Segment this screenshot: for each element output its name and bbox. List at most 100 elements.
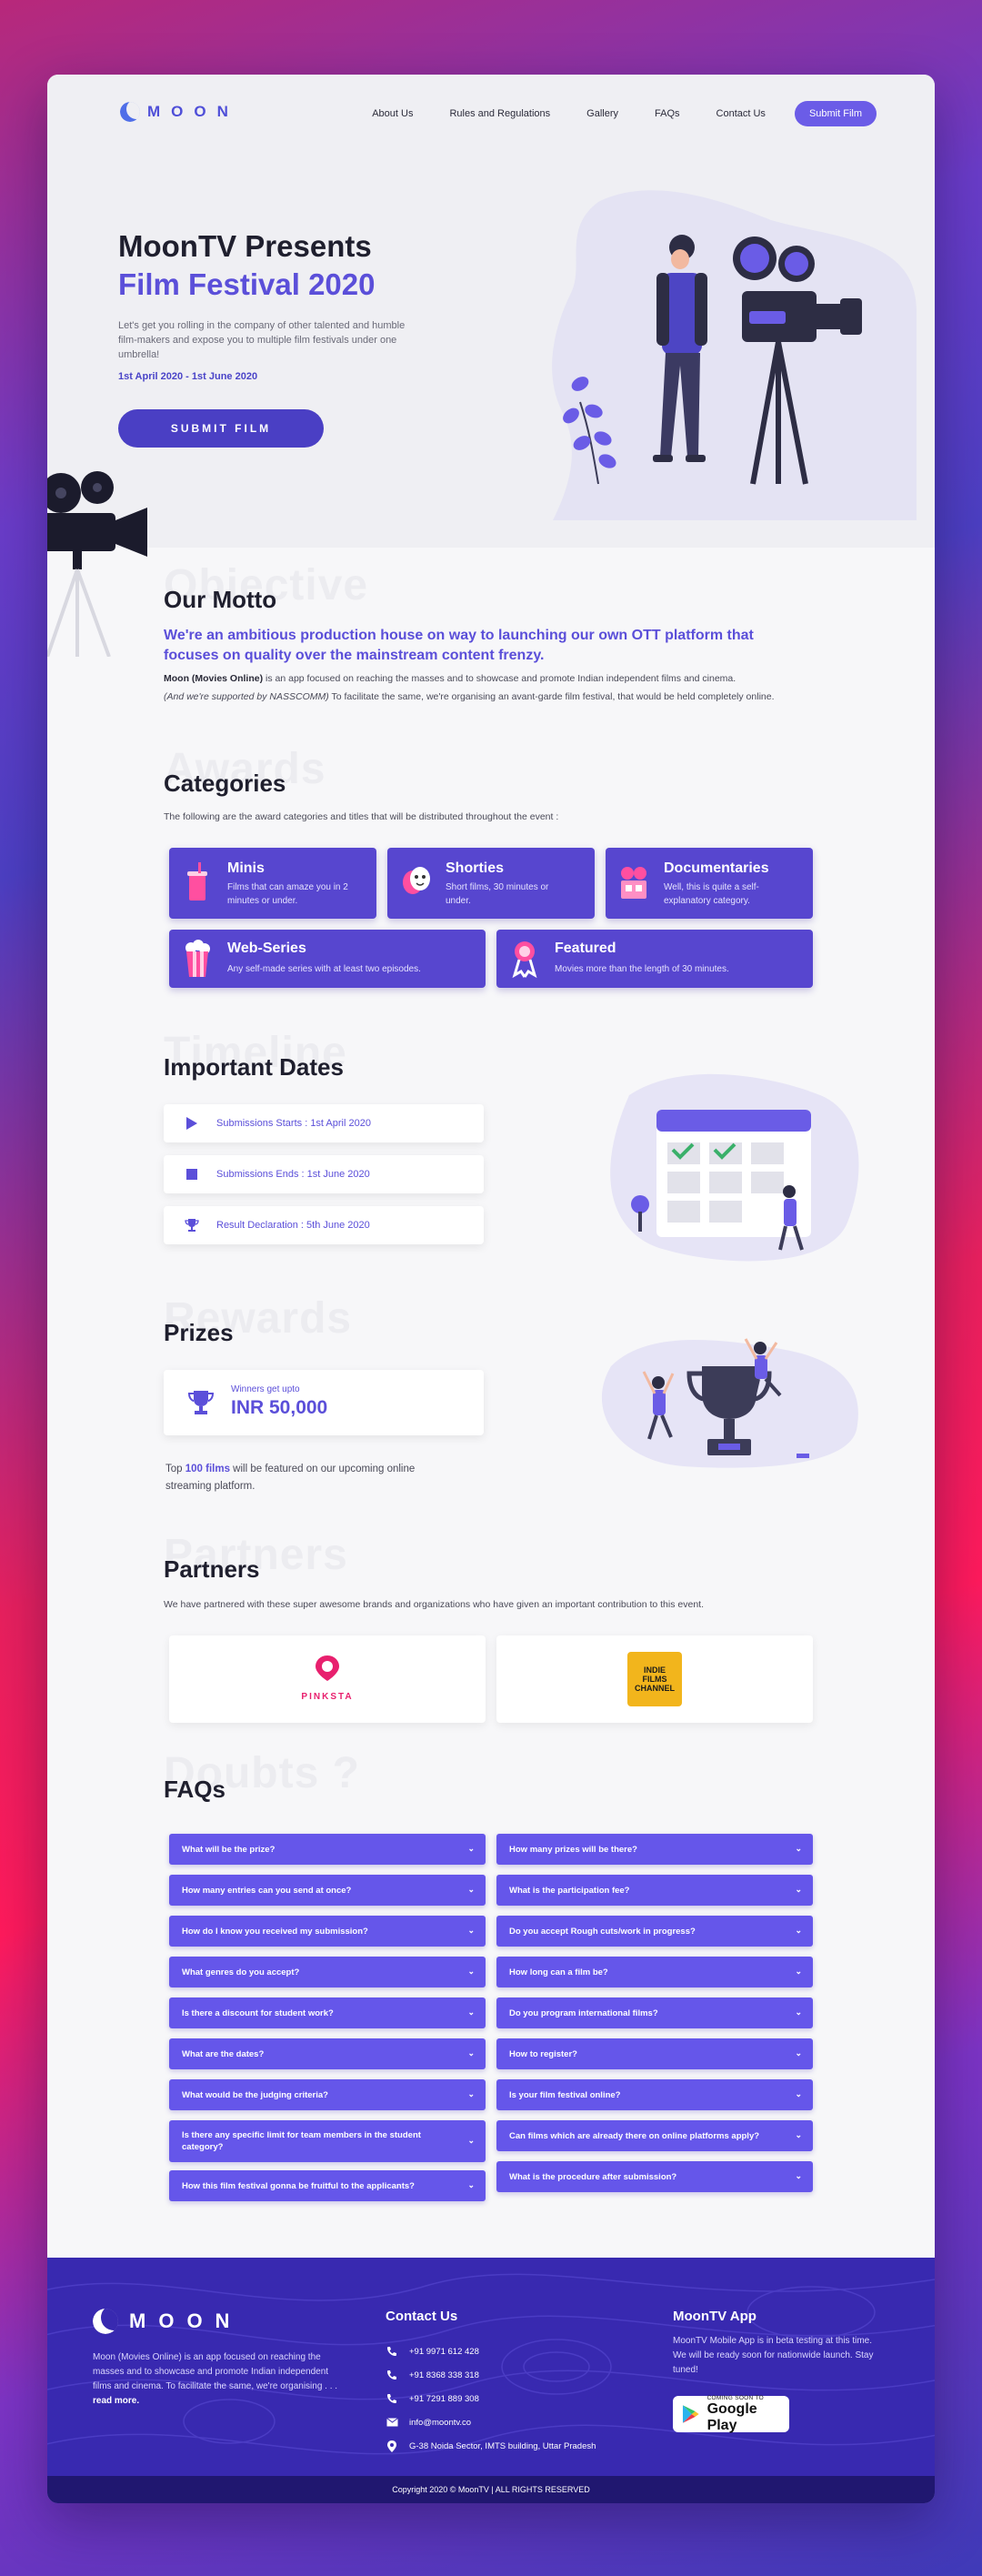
categories-intro: The following are the award categories a… (164, 811, 559, 822)
footer-contact-title: Contact Us (386, 2309, 458, 2324)
copyright-bar: Copyright 2020 © MoonTV | ALL RIGHTS RES… (47, 2476, 935, 2503)
theater-masks-icon (403, 867, 430, 894)
brand-logo[interactable]: MOON (120, 102, 239, 122)
phone-icon (386, 2392, 398, 2405)
faq-item[interactable]: How many entries can you send at once? ⌄ (169, 1875, 486, 1906)
chevron-down-icon: ⌄ (467, 1843, 475, 1853)
chevron-down-icon: ⌄ (795, 2007, 802, 2017)
date-label: Submissions Starts : 1st April 2020 (216, 1118, 371, 1129)
nav-gallery[interactable]: Gallery (568, 100, 636, 127)
category-title: Shorties (446, 860, 505, 876)
category-desc: Well, this is quite a self-explanatory c… (664, 882, 759, 906)
read-more-link[interactable]: read more. (93, 2396, 139, 2406)
chevron-down-icon: ⌄ (795, 1843, 802, 1853)
trophy-icon (187, 1391, 215, 1414)
top-nav: MOON About Us Rules and Regulations Gall… (47, 75, 935, 155)
popcorn-icon (185, 940, 210, 977)
chevron-down-icon: ⌄ (795, 1884, 802, 1894)
nav-faqs[interactable]: FAQs (636, 100, 698, 127)
footer-desc-text: Moon (Movies Online) is an app focused o… (93, 2352, 338, 2391)
category-desc: Movies more than the length of 30 minute… (555, 964, 729, 974)
contact-text: +91 8368 338 318 (409, 2370, 479, 2380)
category-desc: Short films, 30 minutes or under. (446, 882, 549, 906)
category-card-documentaries[interactable]: Documentaries Well, this is quite a self… (606, 848, 813, 919)
chevron-down-icon: ⌄ (467, 2179, 475, 2189)
hero-title-line2: Film Festival 2020 (118, 267, 376, 301)
filmmaker-illustration (552, 190, 917, 520)
faq-question: How many entries can you send at once? (182, 1885, 352, 1896)
award-ribbon-icon (512, 941, 537, 979)
mail-icon (386, 2416, 398, 2429)
faq-item[interactable]: What will be the prize? ⌄ (169, 1834, 486, 1865)
footer-app-title: MoonTV App (673, 2309, 757, 2324)
faq-question: What would be the judging criteria? (182, 2089, 328, 2100)
phone-icon (386, 2369, 398, 2381)
partner-card-pinksta[interactable]: PINKSTA (169, 1635, 486, 1723)
footer-description: Moon (Movies Online) is an app focused o… (93, 2350, 338, 2409)
faq-question: Is there a discount for student work? (182, 2007, 334, 2018)
faq-item[interactable]: Is your film festival online? ⌄ (496, 2079, 813, 2110)
prizes-title: Prizes (164, 1319, 234, 1346)
faq-item[interactable]: How do I know you received my submission… (169, 1916, 486, 1947)
chevron-down-icon: ⌄ (467, 2007, 475, 2017)
faq-question: How many prizes will be there? (509, 1844, 637, 1855)
contact-phone-1[interactable]: +91 9971 612 428 (386, 2345, 479, 2358)
date-label: Submissions Ends : 1st June 2020 (216, 1169, 370, 1180)
footer-logo[interactable]: MOON (93, 2309, 242, 2334)
footer: MOON Moon (Movies Online) is an app focu… (47, 2258, 935, 2503)
nav-about[interactable]: About Us (354, 100, 431, 127)
faq-item[interactable]: Do you program international films? ⌄ (496, 1997, 813, 2028)
chevron-down-icon: ⌄ (795, 2129, 802, 2139)
faq-item[interactable]: How long can a film be? ⌄ (496, 1957, 813, 1987)
faq-item[interactable]: What would be the judging criteria? ⌄ (169, 2079, 486, 2110)
chevron-down-icon: ⌄ (795, 1966, 802, 1976)
faq-item[interactable]: Is there any specific limit for team mem… (169, 2120, 486, 2162)
chevron-down-icon: ⌄ (795, 2088, 802, 2098)
category-card-shorties[interactable]: Shorties Short films, 30 minutes or unde… (387, 848, 595, 919)
faq-item[interactable]: How this film festival gonna be fruitful… (169, 2170, 486, 2201)
chevron-down-icon: ⌄ (467, 2135, 475, 2145)
cup-icon (187, 862, 207, 901)
prize-note: Top 100 films will be featured on our up… (165, 1461, 456, 1495)
nav-contact[interactable]: Contact Us (698, 100, 784, 127)
contact-email[interactable]: info@moontv.co (386, 2416, 471, 2429)
motto-body-strong: Moon (Movies Online) (164, 673, 264, 684)
google-play-icon (682, 2405, 699, 2423)
faq-item[interactable]: What is the participation fee? ⌄ (496, 1875, 813, 1906)
camera-silhouette-icon (47, 471, 147, 657)
nav-rules[interactable]: Rules and Regulations (431, 100, 568, 127)
partner-card-indie-films[interactable]: INDIE FILMS CHANNEL (496, 1635, 813, 1723)
contact-phone-2[interactable]: +91 8368 338 318 (386, 2369, 479, 2381)
faq-item[interactable]: How many prizes will be there? ⌄ (496, 1834, 813, 1865)
nav-submit-film-button[interactable]: Submit Film (794, 101, 877, 126)
faq-item[interactable]: What is the procedure after submission? ⌄ (496, 2161, 813, 2192)
hero-submit-film-button[interactable]: SUBMIT FILM (118, 409, 324, 448)
faq-item[interactable]: Is there a discount for student work? ⌄ (169, 1997, 486, 2028)
category-card-minis[interactable]: Minis Films that can amaze you in 2 minu… (169, 848, 376, 919)
prize-small-label: Winners get upto (231, 1384, 300, 1394)
faq-question: Is there any specific limit for team mem… (182, 2130, 421, 2152)
category-card-web-series[interactable]: Web-Series Any self-made series with at … (169, 930, 486, 988)
faq-item[interactable]: Can films which are already there on onl… (496, 2120, 813, 2151)
faq-question: How long can a film be? (509, 1967, 608, 1977)
faq-item[interactable]: Do you accept Rough cuts/work in progres… (496, 1916, 813, 1947)
faq-item[interactable]: What are the dates? ⌄ (169, 2038, 486, 2069)
partners-title: Partners (164, 1555, 260, 1583)
chevron-down-icon: ⌄ (467, 1966, 475, 1976)
contact-text: +91 7291 889 308 (409, 2393, 479, 2404)
contact-phone-3[interactable]: +91 7291 889 308 (386, 2392, 479, 2405)
motto-body: Moon (Movies Online) is an app focused o… (164, 669, 818, 706)
faq-question: How to register? (509, 2048, 577, 2059)
trophy-icon (184, 1217, 200, 1233)
google-play-badge[interactable]: COMING SOON TO Google Play (673, 2394, 789, 2433)
contact-text: G-38 Noida Sector, IMTS building, Uttar … (409, 2440, 596, 2451)
contact-text: +91 9971 612 428 (409, 2346, 479, 2357)
faq-item[interactable]: How to register? ⌄ (496, 2038, 813, 2069)
faq-item[interactable]: What genres do you accept? ⌄ (169, 1957, 486, 1987)
category-card-featured[interactable]: Featured Movies more than the length of … (496, 930, 813, 988)
motto-body-2: To facilitate the same, we're organising… (328, 691, 775, 702)
motto-body-italic: (And we're supported by NASSCOMM) (164, 691, 329, 702)
faq-question: How this film festival gonna be fruitful… (182, 2180, 415, 2191)
google-play-small-text: COMING SOON TO (706, 2394, 765, 2401)
partners-intro: We have partnered with these super aweso… (164, 1599, 704, 1610)
